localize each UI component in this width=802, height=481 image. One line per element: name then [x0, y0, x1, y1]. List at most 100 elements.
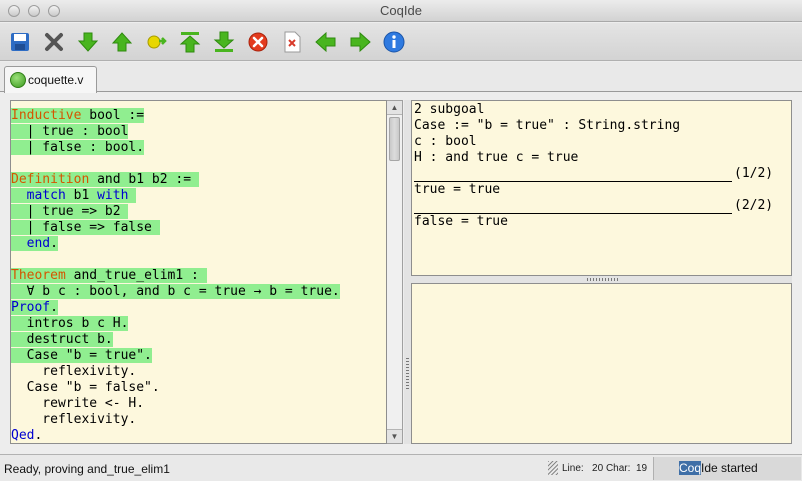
script-text: reflexivity. — [11, 412, 137, 427]
tab-coquette[interactable]: coquette.v — [4, 66, 97, 93]
close-buffer-button[interactable] — [42, 30, 66, 54]
script-text: and b1 b2 := — [89, 172, 199, 187]
script-keyword: Qed — [11, 428, 35, 443]
script-text: . — [50, 300, 58, 315]
scroll-up-icon[interactable]: ▲ — [387, 101, 402, 115]
status-bar: Ready, proving and_true_elim1 Line: 20 C… — [0, 454, 802, 481]
script-keyword: Definition — [11, 172, 90, 187]
splitter-grip-icon — [587, 278, 619, 281]
script-text: intros b c H. — [11, 316, 129, 331]
hypothesis: H : and true c = true — [414, 150, 579, 165]
forward-one-button[interactable] — [76, 30, 100, 54]
script-line: end. — [11, 236, 58, 252]
hypothesis: Case := "b = true" : String.string — [414, 118, 681, 133]
close-x-icon — [45, 33, 63, 51]
script-line: match b1 with — [11, 188, 137, 204]
info-icon — [383, 31, 405, 53]
script-line: Case "b = false". — [11, 380, 160, 396]
script-keyword: match — [26, 188, 66, 203]
script-text: b1 — [65, 188, 98, 203]
script-text: rewrite <- H. — [11, 396, 145, 411]
script-editor[interactable]: Inductive bool := | true : bool | false … — [10, 100, 387, 444]
script-text: Case "b = false". — [11, 380, 160, 395]
scroll-thumb[interactable] — [389, 117, 400, 161]
goals-pane[interactable]: 2 subgoal Case := "b = true" : String.st… — [411, 100, 792, 276]
started-rest: Ide started — [701, 461, 758, 475]
save-button[interactable] — [8, 30, 32, 54]
script-keyword: Inductive — [11, 108, 82, 123]
message-pane[interactable] — [411, 283, 792, 444]
arrow-bottom-icon — [213, 31, 235, 52]
interrupt-icon — [248, 32, 268, 52]
toolbar — [0, 23, 802, 61]
script-text: | true : bool — [11, 124, 129, 139]
script-text: . — [34, 428, 43, 443]
coqide-status: CoqIde started — [653, 457, 801, 480]
hypothesis: c : bool — [414, 134, 477, 149]
backward-one-button[interactable] — [110, 30, 134, 54]
splitter-grip-icon — [406, 358, 409, 390]
arrow-down-icon — [77, 32, 99, 52]
scroll-down-icon[interactable]: ▼ — [387, 429, 402, 443]
goto-cursor-button[interactable] — [144, 30, 168, 54]
script-line: Case "b = true". — [11, 348, 152, 364]
tab-bar: coquette.v — [0, 62, 802, 93]
script-text: bool := — [81, 108, 145, 123]
previous-error-button[interactable] — [314, 30, 338, 54]
script-line: Qed. — [11, 428, 43, 443]
subgoal: false = true — [414, 214, 508, 229]
script-line: | true : bool — [11, 124, 129, 140]
script-line: reflexivity. — [11, 412, 136, 428]
script-text — [11, 188, 27, 203]
script-text: . — [50, 236, 58, 251]
script-line: intros b c H. — [11, 316, 129, 332]
subgoal: true = true — [414, 182, 501, 197]
horizontal-splitter[interactable] — [411, 276, 792, 283]
subgoal-count: (1/2) — [734, 166, 774, 181]
script-text: destruct b. — [11, 332, 113, 347]
arrow-left-icon — [315, 31, 336, 53]
script-line: ∀ b c : bool, and b c = true → b = true. — [11, 284, 340, 300]
script-text — [128, 188, 137, 203]
goto-cursor-icon — [147, 35, 167, 49]
script-text: Case "b = true". — [11, 348, 152, 363]
script-text: | true => b2 — [11, 204, 129, 219]
selected-text: Coq — [679, 461, 702, 475]
line-value: 20 — [592, 463, 604, 474]
cursor-position: Line: 20 Char: 19 — [562, 463, 647, 474]
next-error-button[interactable] — [348, 30, 372, 54]
script-keyword: with — [97, 188, 129, 203]
subgoal-count: (2/2) — [734, 198, 774, 213]
window-title: CoqIde — [380, 3, 422, 18]
interrupt-button[interactable] — [246, 30, 270, 54]
script-line: | true => b2 — [11, 204, 129, 220]
char-label: Char: — [605, 463, 631, 474]
script-text: | false : bool. — [11, 140, 145, 155]
file-status-icon — [10, 72, 26, 88]
script-line: Proof. — [11, 300, 58, 316]
script-line: destruct b. — [11, 332, 113, 348]
script-text: reflexivity. — [11, 364, 137, 379]
script-line: Theorem and_true_elim1 : — [11, 268, 207, 284]
arrow-top-icon — [179, 32, 201, 53]
about-button[interactable] — [382, 30, 406, 54]
script-line: rewrite <- H. — [11, 396, 144, 412]
line-label: Line: — [562, 463, 584, 474]
script-text: | false => false — [11, 220, 160, 235]
script-line: Definition and b1 b2 := — [11, 172, 199, 188]
script-text — [11, 236, 27, 251]
vertical-splitter[interactable] — [404, 100, 411, 444]
goals-header: 2 subgoal — [414, 102, 485, 117]
goto-end-button[interactable] — [212, 30, 236, 54]
script-keyword: Proof — [11, 300, 51, 315]
char-value: 19 — [635, 463, 648, 474]
document-x-icon — [284, 31, 301, 53]
script-line: Inductive bool := — [11, 108, 145, 124]
arrow-right-icon — [350, 31, 371, 53]
reset-button[interactable] — [280, 30, 304, 54]
script-text: ∀ b c : bool, and b c = true → b = true. — [11, 284, 340, 299]
goto-start-button[interactable] — [178, 30, 202, 54]
status-message: Ready, proving and_true_elim1 — [4, 462, 170, 476]
script-scrollbar[interactable]: ▲ ▼ — [387, 100, 403, 444]
script-line: reflexivity. — [11, 364, 136, 380]
